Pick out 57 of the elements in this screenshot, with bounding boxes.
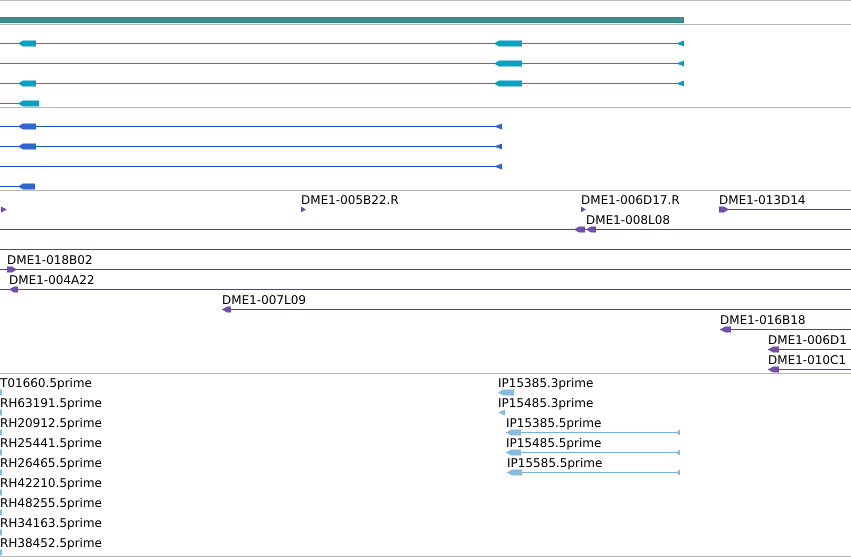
feature-glyph <box>9 286 18 292</box>
feature-label: DME1-008L08 <box>586 213 670 227</box>
feature-label: IP15385.5prime <box>506 416 602 430</box>
feature-label: DME1-016B18 <box>720 313 806 327</box>
feature-glyph <box>676 430 680 436</box>
feature-label: DME1-006D1 <box>768 333 847 347</box>
feature-label: T01660.5prime <box>0 376 92 390</box>
feature-label: DME1-018B02 <box>7 253 93 267</box>
feature-glyph <box>494 60 522 66</box>
feature-label: DME1-005B22.R <box>301 193 399 207</box>
feature-label: DME1-004A22 <box>9 273 95 287</box>
feature-glyph <box>581 206 586 212</box>
feature-glyph <box>507 470 522 476</box>
feature-glyph <box>18 124 36 130</box>
feature-glyph <box>768 366 779 372</box>
feature-glyph <box>768 346 779 352</box>
feature-label: IP15585.5prime <box>507 456 602 470</box>
feature-glyph <box>18 100 39 106</box>
feature-label: RH48255.5prime <box>0 496 102 510</box>
feature-label: IP15385.3prime <box>498 376 594 390</box>
feature-glyph <box>18 184 35 190</box>
feature-label: RH63191.5prime <box>0 396 102 410</box>
feature-glyph <box>498 390 514 396</box>
feature-label: RH20912.5prime <box>0 416 102 430</box>
feature-glyph <box>506 450 521 456</box>
feature-glyph <box>719 206 729 212</box>
feature-glyph <box>18 80 36 86</box>
feature-glyph <box>498 410 505 416</box>
feature-label: IP15485.5prime <box>506 436 602 450</box>
feature-label: IP15485.3prime <box>498 396 594 410</box>
feature-glyph <box>494 144 502 150</box>
feature-label: DME1-006D17.R <box>581 193 680 207</box>
feature-glyph <box>494 40 522 46</box>
feature-label: DME1-007L09 <box>222 293 306 307</box>
feature-glyph <box>494 164 502 170</box>
feature-glyph <box>676 80 684 86</box>
feature-glyph <box>222 306 231 312</box>
feature-glyph <box>18 40 36 46</box>
feature-glyph <box>7 266 17 272</box>
feature-glyph <box>676 40 684 46</box>
feature-glyph <box>301 206 306 212</box>
feature-glyph <box>676 450 680 456</box>
feature-glyph <box>676 470 680 476</box>
feature-glyph <box>506 430 521 436</box>
feature-glyph <box>18 144 36 150</box>
feature-label: RH25441.5prime <box>0 436 102 450</box>
feature-label: RH42210.5prime <box>0 476 102 490</box>
feature-glyph <box>494 124 502 130</box>
feature-label: DME1-010C1 <box>768 353 846 367</box>
feature-label: RH34163.5prime <box>0 516 102 530</box>
feature-label: RH26465.5prime <box>0 456 102 470</box>
feature-glyph <box>494 80 522 86</box>
feature-glyph <box>1 206 7 212</box>
feature-label: RH38452.5prime <box>0 536 102 550</box>
feature-glyph <box>720 326 731 332</box>
feature-glyph <box>676 60 684 66</box>
feature-label: DME1-013D14 <box>719 193 806 207</box>
